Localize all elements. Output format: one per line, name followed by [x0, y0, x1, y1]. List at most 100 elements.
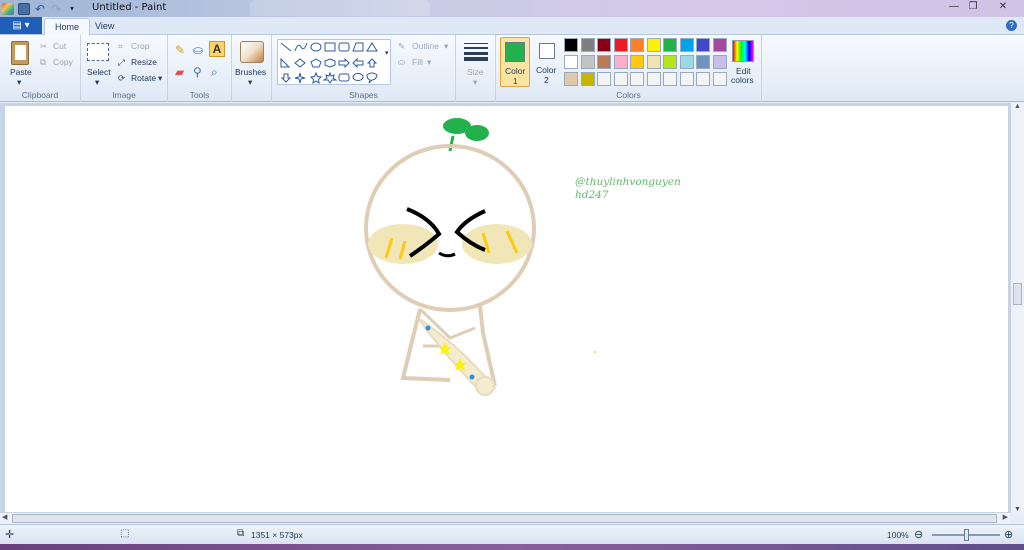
- shapes-group: ▾ ✎ Outline ▾ ⛀ Fill ▾ Shapes: [272, 35, 456, 102]
- cut-button[interactable]: Cut: [53, 41, 66, 51]
- edit-colors-icon[interactable]: [732, 40, 754, 62]
- palette-swatch[interactable]: [646, 55, 661, 69]
- size-dropdown-icon[interactable]: ▾: [473, 77, 477, 88]
- rotate-dropdown-icon[interactable]: ▾: [158, 73, 162, 84]
- app-menu-button[interactable]: ▤ ▾: [0, 17, 42, 34]
- palette-swatch[interactable]: [646, 72, 661, 86]
- palette-swatch[interactable]: [679, 72, 694, 86]
- signature-line-2: hd247: [575, 189, 609, 201]
- maximize-button[interactable]: ❐: [962, 0, 984, 13]
- horizontal-scroll-thumb[interactable]: [12, 514, 997, 523]
- redo-icon[interactable]: ↷: [50, 3, 62, 15]
- close-button[interactable]: ✕: [990, 0, 1016, 13]
- select-icon[interactable]: [87, 43, 109, 61]
- palette-swatch[interactable]: [630, 72, 644, 86]
- palette-swatch[interactable]: [613, 55, 628, 69]
- color-picker-icon[interactable]: ⚲: [193, 65, 202, 79]
- shapes-scroll-icon[interactable]: ▾: [385, 49, 389, 57]
- palette-swatch[interactable]: [663, 38, 677, 52]
- palette-swatch[interactable]: [597, 72, 611, 86]
- zoom-in-icon[interactable]: ⊕: [1004, 528, 1013, 541]
- signature-line-1: @thuylinhvonguyen: [575, 176, 681, 188]
- palette-swatch[interactable]: [597, 55, 611, 69]
- copy-button[interactable]: Copy: [53, 57, 73, 67]
- paste-icon[interactable]: [11, 41, 29, 65]
- scroll-left-icon[interactable]: ◀: [2, 513, 7, 521]
- fill-bucket-icon[interactable]: ⛀: [193, 43, 203, 57]
- palette-swatch[interactable]: [696, 72, 710, 86]
- vertical-scrollbar[interactable]: ▲ ▼: [1010, 103, 1024, 513]
- rotate-button[interactable]: Rotate: [131, 73, 156, 83]
- fill-dropdown-icon[interactable]: ▾: [427, 57, 431, 68]
- background-tab: [250, 0, 430, 16]
- palette-swatch[interactable]: [630, 55, 644, 69]
- scroll-up-icon[interactable]: ▲: [1011, 103, 1024, 110]
- palette-swatch[interactable]: [679, 38, 694, 52]
- palette-swatch[interactable]: [564, 72, 578, 86]
- brushes-dropdown-icon[interactable]: ▾: [248, 77, 252, 88]
- brushes-button[interactable]: Brushes: [235, 67, 266, 77]
- select-button[interactable]: Select: [87, 67, 111, 77]
- color1-button[interactable]: Color 1: [500, 37, 530, 87]
- select-dropdown-icon[interactable]: ▾: [95, 77, 99, 88]
- scroll-down-icon[interactable]: ▼: [1011, 506, 1024, 513]
- title-bar: ↶ ↷ ▾ Untitled - Paint — ❐ ✕: [0, 0, 1024, 17]
- drawing-canvas[interactable]: @thuylinhvonguyen hd247: [5, 106, 1008, 512]
- horizontal-scrollbar[interactable]: ◀ ▶: [0, 512, 1010, 524]
- palette-swatch[interactable]: [696, 55, 710, 69]
- size-icon[interactable]: [464, 41, 488, 61]
- edit-colors-label-2[interactable]: colors: [731, 75, 754, 85]
- tab-home[interactable]: Home: [44, 18, 91, 35]
- vertical-scroll-thumb[interactable]: [1013, 283, 1022, 305]
- text-icon[interactable]: A: [209, 41, 225, 57]
- undo-icon[interactable]: ↶: [34, 3, 46, 15]
- palette-swatch[interactable]: [646, 38, 661, 52]
- palette-swatch[interactable]: [630, 38, 644, 52]
- crop-button[interactable]: Crop: [131, 41, 149, 51]
- palette-swatch[interactable]: [597, 38, 611, 52]
- scroll-right-icon[interactable]: ▶: [1003, 513, 1008, 521]
- fill-button[interactable]: Fill: [412, 57, 423, 67]
- zoom-slider-thumb[interactable]: [964, 529, 969, 541]
- save-icon[interactable]: [18, 2, 30, 15]
- magnifier-icon[interactable]: ⌕: [211, 65, 218, 80]
- colors-group: Color 1 Color 2 Edit colors Colors: [496, 35, 762, 102]
- palette-swatch[interactable]: [663, 72, 677, 86]
- palette-swatch[interactable]: [580, 72, 595, 86]
- rotate-icon: ⟳: [118, 73, 126, 83]
- palette-swatch[interactable]: [564, 38, 578, 52]
- palette-swatch[interactable]: [696, 38, 710, 52]
- paint-app-icon[interactable]: [2, 2, 14, 15]
- paste-button[interactable]: Paste: [10, 67, 32, 77]
- palette-swatch[interactable]: [613, 72, 628, 86]
- size-button[interactable]: Size: [467, 67, 484, 77]
- palette-swatch[interactable]: [580, 55, 595, 69]
- outline-dropdown-icon[interactable]: ▾: [444, 41, 448, 52]
- customize-toolbar-icon[interactable]: ▾: [66, 3, 78, 15]
- zoom-slider[interactable]: [932, 529, 1000, 541]
- palette-swatch[interactable]: [613, 38, 628, 52]
- resize-button[interactable]: Resize: [131, 57, 157, 67]
- brushes-group: Brushes ▾: [232, 35, 272, 102]
- palette-swatch[interactable]: [663, 55, 677, 69]
- paint-menu-icon: ▤ ▾: [12, 20, 30, 31]
- palette-swatch[interactable]: [580, 38, 595, 52]
- palette-swatch[interactable]: [712, 38, 727, 52]
- eraser-icon[interactable]: ▰: [175, 65, 184, 79]
- brush-icon[interactable]: [240, 41, 264, 63]
- outline-button[interactable]: Outline: [412, 41, 439, 51]
- palette-swatch[interactable]: [712, 55, 727, 69]
- tools-group: ✎ ⛀ A ▰ ⚲ ⌕ Tools: [168, 35, 232, 102]
- zoom-out-icon[interactable]: ⊖: [914, 528, 923, 541]
- fill-icon: ⛀: [398, 57, 406, 67]
- help-icon[interactable]: ?: [1006, 20, 1017, 31]
- tab-view[interactable]: View: [85, 18, 124, 35]
- color2-button[interactable]: Color 2: [533, 37, 561, 87]
- palette-swatch[interactable]: [712, 72, 727, 86]
- palette-swatch[interactable]: [679, 55, 694, 69]
- pencil-icon[interactable]: ✎: [175, 43, 185, 57]
- size-group: Size ▾: [456, 35, 496, 102]
- paste-dropdown-icon[interactable]: ▾: [17, 77, 21, 88]
- palette-swatch[interactable]: [564, 55, 578, 69]
- shapes-gallery[interactable]: [277, 39, 391, 85]
